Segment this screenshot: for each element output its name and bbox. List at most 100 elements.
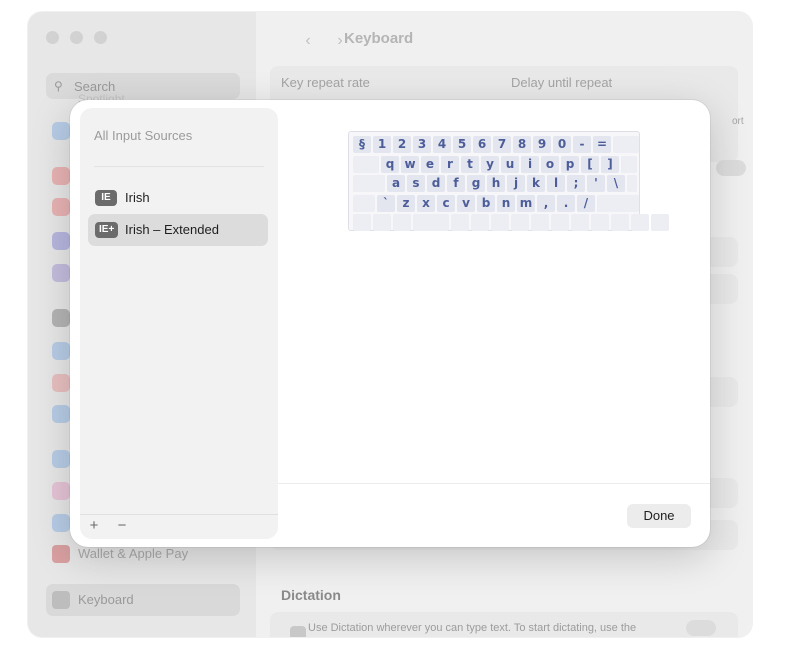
keyboard-key: 2 <box>393 136 411 153</box>
keyboard-key <box>571 214 589 231</box>
keyboard-key: j <box>507 175 525 192</box>
keyboard-key <box>413 214 449 231</box>
sidebar-icon <box>52 264 70 282</box>
toggle[interactable] <box>716 160 746 176</box>
done-button[interactable]: Done <box>627 504 691 528</box>
keyboard-key: y <box>481 155 499 173</box>
sidebar-icon <box>52 232 70 250</box>
keyboard-key <box>373 214 391 231</box>
divider <box>278 483 710 484</box>
all-input-sources-label: All Input Sources <box>94 128 193 143</box>
sidebar-icon <box>52 198 70 216</box>
keyboard-key: w <box>401 155 419 173</box>
add-input-source-button[interactable]: + <box>84 517 104 535</box>
input-source-irish-extended[interactable]: IE+ Irish – Extended <box>88 214 268 246</box>
sidebar-icon <box>52 514 70 532</box>
keyboard-key <box>451 214 469 231</box>
sidebar-icon <box>52 482 70 500</box>
keyboard-key <box>353 194 375 212</box>
keyboard-key: ` <box>377 194 395 212</box>
keyboard-key: = <box>593 136 611 153</box>
keyboard-key: h <box>487 175 505 192</box>
keyboard-key <box>531 214 549 231</box>
keyboard-key: s <box>407 175 425 192</box>
keyboard-key: m <box>517 194 535 212</box>
keyboard-key: p <box>561 155 579 173</box>
keyboard-key: . <box>557 194 575 212</box>
keyboard-key: 4 <box>433 136 451 153</box>
keyboard-key: k <box>527 175 545 192</box>
zoom-window-button[interactable] <box>94 31 107 44</box>
keyboard-key <box>511 214 529 231</box>
keyboard-key: e <box>421 155 439 173</box>
sidebar-item-label: Keyboard <box>78 592 134 607</box>
keyboard-key <box>471 214 489 231</box>
ie-extended-badge-icon: IE+ <box>95 222 119 238</box>
keyboard-key <box>613 136 639 153</box>
keyboard-key <box>631 214 649 231</box>
page-title: Keyboard <box>344 30 414 47</box>
keyboard-key: / <box>577 194 595 212</box>
dictation-description: Use Dictation wherever you can type text… <box>308 622 637 634</box>
keyboard-key: 7 <box>493 136 511 153</box>
sidebar-icon <box>52 309 70 327</box>
dictation-toggle[interactable] <box>686 620 716 636</box>
keyboard-key: [ <box>581 155 599 173</box>
sidebar-icon <box>52 374 70 392</box>
keyboard-key: ] <box>601 155 619 173</box>
sidebar-icon <box>52 342 70 360</box>
search-field[interactable]: ⚲ Search <box>46 73 240 99</box>
keyboard-key: 0 <box>553 136 571 153</box>
keyboard-key: o <box>541 155 559 173</box>
keyboard-key: - <box>573 136 591 153</box>
close-window-button[interactable] <box>46 31 59 44</box>
sidebar-icon <box>52 122 70 140</box>
keyboard-key <box>591 214 609 231</box>
keyboard-icon <box>52 591 70 609</box>
sidebar-icon <box>52 167 70 185</box>
remove-input-source-button[interactable]: − <box>112 517 132 535</box>
short-label: ort <box>732 116 744 127</box>
keyboard-key: n <box>497 194 515 212</box>
sidebar-item-label: Wallet & Apple Pay <box>78 546 189 561</box>
keyboard-key <box>627 175 637 192</box>
keyboard-key <box>551 214 569 231</box>
input-source-label: Irish <box>125 190 150 205</box>
keyboard-key: § <box>353 136 371 153</box>
keyboard-key: ; <box>567 175 585 192</box>
keyboard-key: 9 <box>533 136 551 153</box>
keyboard-key <box>621 155 637 173</box>
keyboard-key: 8 <box>513 136 531 153</box>
keyboard-key <box>651 214 669 231</box>
keyboard-key <box>393 214 411 231</box>
ie-badge-icon: IE <box>95 190 117 206</box>
back-button[interactable]: ‹ <box>294 29 322 53</box>
input-source-label: Irish – Extended <box>125 222 219 237</box>
keyboard-key <box>597 194 639 212</box>
sidebar-icon <box>52 450 70 468</box>
keyboard-key: d <box>427 175 445 192</box>
keyboard-key <box>353 214 371 231</box>
keyboard-key: v <box>457 194 475 212</box>
divider <box>94 166 264 167</box>
microphone-icon <box>290 626 306 637</box>
keyboard-key <box>491 214 509 231</box>
key-repeat-label: Key repeat rate <box>281 75 370 90</box>
search-icon: ⚲ <box>54 79 63 93</box>
keyboard-key: 1 <box>373 136 391 153</box>
keyboard-key: ' <box>587 175 605 192</box>
keyboard-key: r <box>441 155 459 173</box>
minimize-window-button[interactable] <box>70 31 83 44</box>
input-source-irish[interactable]: IE Irish <box>88 182 268 214</box>
keyboard-key: z <box>397 194 415 212</box>
keyboard-key: 5 <box>453 136 471 153</box>
keyboard-key: \ <box>607 175 625 192</box>
keyboard-key: l <box>547 175 565 192</box>
dictation-title: Dictation <box>281 587 341 603</box>
keyboard-key: t <box>461 155 479 173</box>
keyboard-key: i <box>521 155 539 173</box>
keyboard-key: 6 <box>473 136 491 153</box>
sidebar-item-keyboard[interactable]: Keyboard <box>46 584 240 616</box>
input-sources-dialog: All Input Sources IE Irish IE+ Irish – E… <box>70 100 710 547</box>
keyboard-layout-preview: § 1 2 3 4 5 6 7 8 9 0- = q w e r t y u i o p[] a s d f g h j k l; ' \ ` z x… <box>348 131 669 231</box>
